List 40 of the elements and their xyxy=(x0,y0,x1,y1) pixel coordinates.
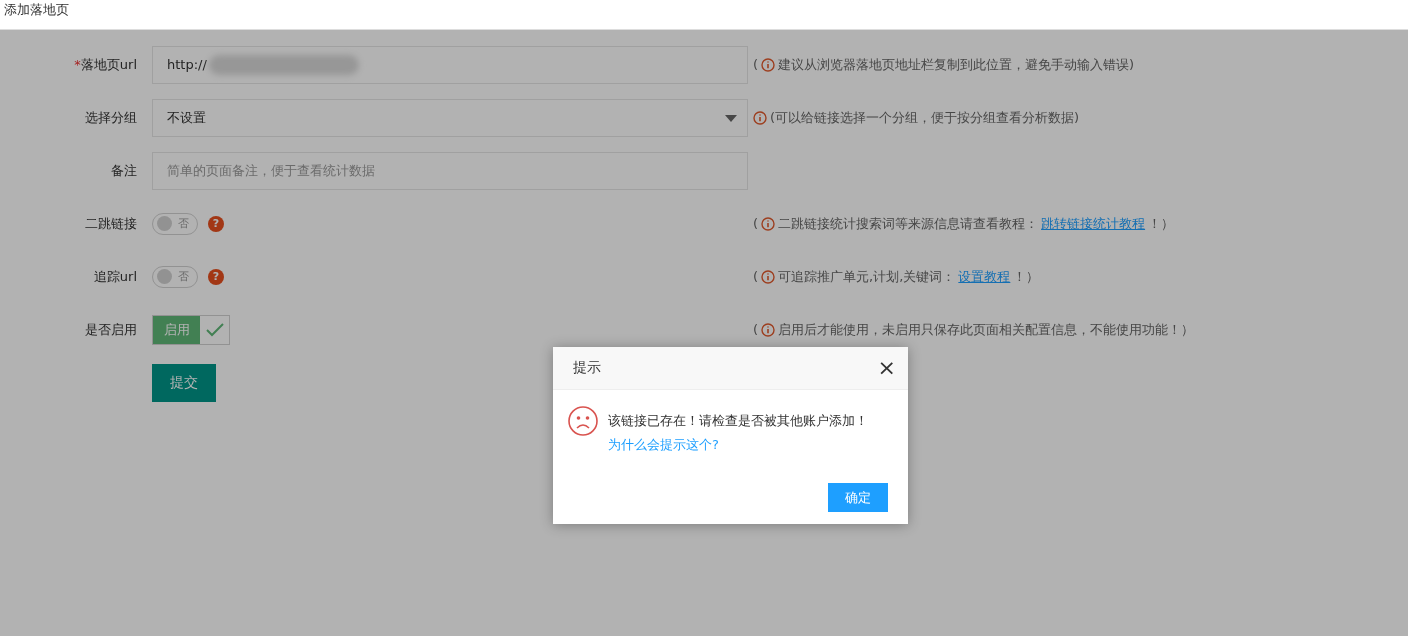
hint-paren: ( xyxy=(753,57,759,72)
hint-paren: ！） xyxy=(1013,267,1040,286)
dialog-title: 提示 xyxy=(573,359,601,377)
help-icon[interactable]: ? xyxy=(208,215,224,232)
field-label: 是否启用 xyxy=(85,321,137,337)
hint-text: (可以给链接选择一个分组，便于按分组查看分析数据) xyxy=(770,108,1080,127)
field-label: 追踪url xyxy=(93,268,137,284)
hint-text: 启用后才能使用，未启用只保存此页面相关配置信息，不能使用功能！） xyxy=(778,320,1195,339)
hint-paren: ( xyxy=(753,216,759,231)
confirm-button[interactable]: 确定 xyxy=(828,483,888,512)
input-field[interactable]: 简单的页面备注，便于查看统计数据 xyxy=(152,151,748,190)
caret-icon xyxy=(725,114,737,122)
hint-paren: ( xyxy=(753,269,759,284)
info-icon xyxy=(761,322,776,337)
check-icon xyxy=(205,322,224,337)
field-label: 备注 xyxy=(111,162,137,178)
info-icon xyxy=(753,110,767,125)
help-link[interactable]: 为什么会提示这个? xyxy=(608,436,868,454)
hint-text: 建议从浏览器落地页地址栏复制到此位置，避免手动输入错误) xyxy=(778,55,1135,74)
field-label: *落地页url xyxy=(74,56,137,72)
hint-text: 可追踪推广单元,计划,关键词： xyxy=(778,267,956,286)
info-icon xyxy=(761,216,776,231)
input-field[interactable]: http:// xyxy=(152,45,748,84)
info-icon xyxy=(761,269,776,284)
submit-button[interactable]: 提交 xyxy=(152,363,216,402)
help-icon[interactable]: ? xyxy=(208,268,224,285)
field-label: 选择分组 xyxy=(85,109,137,125)
tutorial-link[interactable]: 设置教程 xyxy=(958,267,1011,286)
page-title: 添加落地页 xyxy=(3,1,70,19)
hint-paren: ！） xyxy=(1148,214,1175,233)
sad-face-icon xyxy=(568,406,598,436)
enable-switch[interactable]: 启用 xyxy=(152,314,230,345)
select-field[interactable]: 不设置 xyxy=(152,98,748,137)
hint-paren: ( xyxy=(753,322,759,337)
field-label: 二跳链接 xyxy=(85,215,137,231)
hint-text: 二跳链接统计搜索词等来源信息请查看教程： xyxy=(778,214,1039,233)
info-icon xyxy=(761,57,776,72)
tutorial-link[interactable]: 跳转链接统计教程 xyxy=(1041,214,1146,233)
dialog-message: 该链接已存在！请检查是否被其他账户添加！ xyxy=(608,412,868,430)
close-button[interactable]: × xyxy=(877,357,896,379)
